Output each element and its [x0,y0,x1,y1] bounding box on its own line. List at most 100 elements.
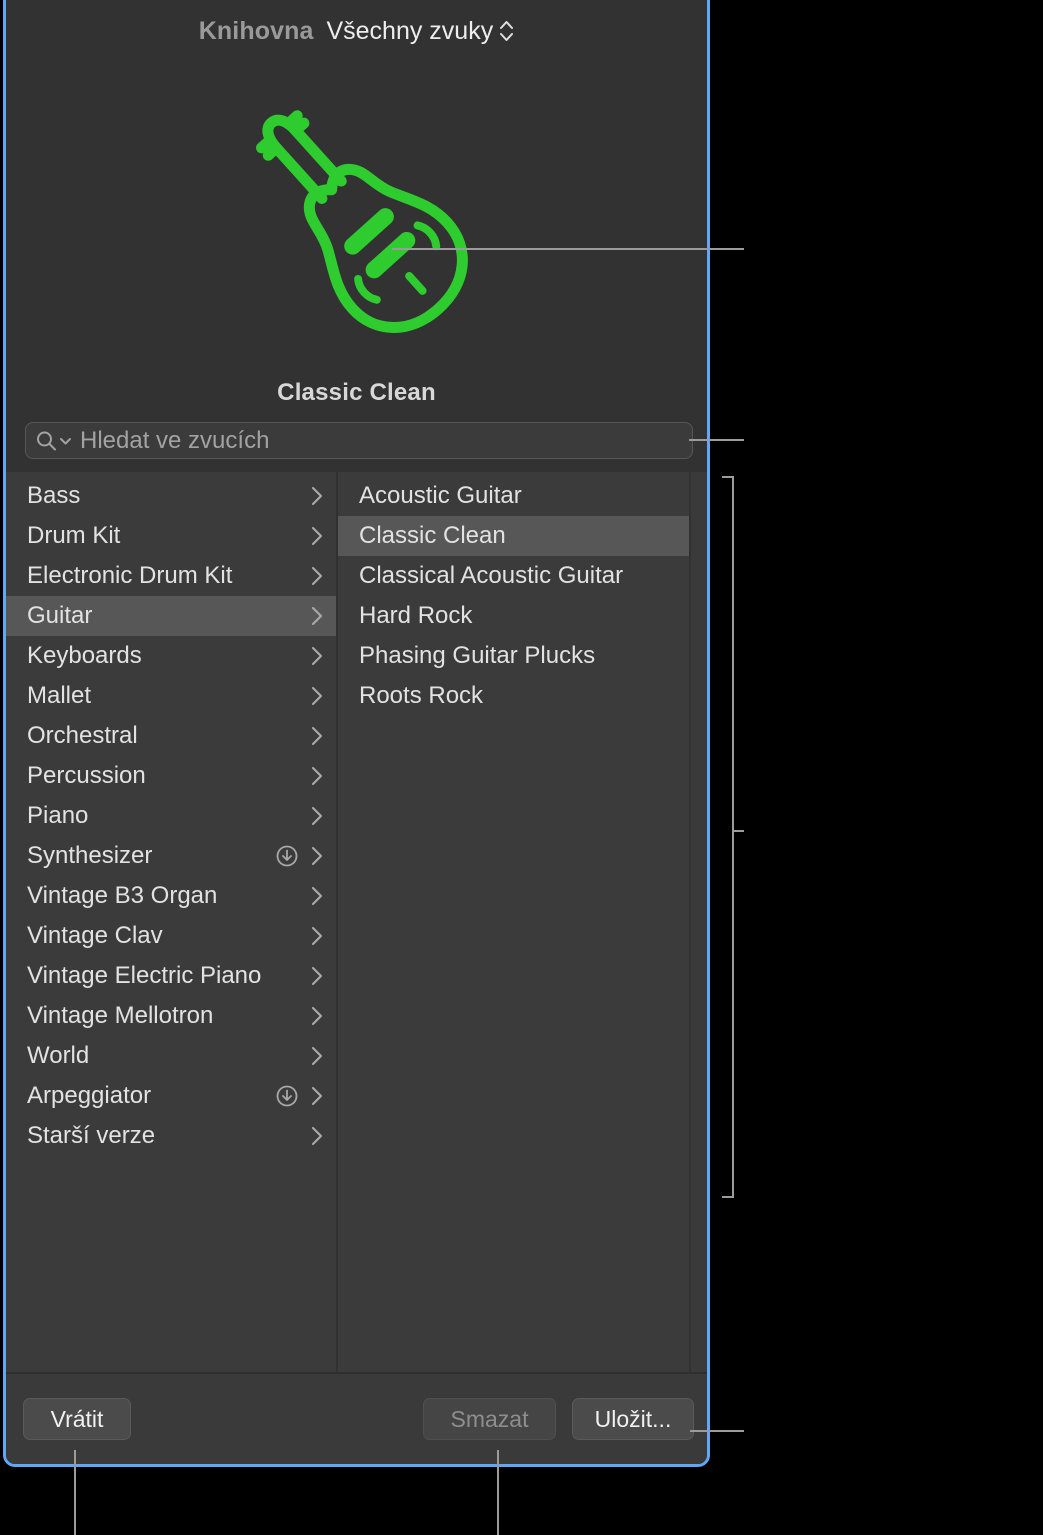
chevron-right-icon [308,483,326,509]
chevron-right-icon [308,563,326,589]
patch-column[interactable]: Acoustic Guitar Classic Clean Classical Ac… [338,472,691,1372]
library-title: Knihovna [199,17,314,46]
category-row-label: Bass [27,482,308,510]
category-row[interactable]: Drum Kit [6,516,336,556]
category-row[interactable]: World [6,1036,336,1076]
chevron-right-icon [308,963,326,989]
category-row[interactable]: Mallet [6,676,336,716]
chevron-right-icon [308,523,326,549]
patch-row-label: Roots Rock [359,682,679,710]
category-row-label: Drum Kit [27,522,308,550]
chevron-right-icon [308,803,326,829]
category-row-label: Synthesizer [27,842,275,870]
category-row[interactable]: Piano [6,796,336,836]
patch-row[interactable]: Acoustic Guitar [338,476,689,516]
sound-set-popup-button[interactable]: Všechny zvuky [326,17,514,46]
browser-filler [691,472,707,1372]
category-row-label: Guitar [27,602,308,630]
patch-browser: Bass Drum Kit Electronic Drum Kit Guitar Key… [6,472,707,1372]
patch-row[interactable]: Classic Clean [338,516,689,556]
library-header: Knihovna Všechny zvuky [6,0,707,62]
category-row[interactable]: Synthesizer [6,836,336,876]
category-row-label: Percussion [27,762,308,790]
chevron-right-icon [308,843,326,869]
row-icons [308,963,326,989]
chevron-right-icon [308,1083,326,1109]
category-row[interactable]: Vintage B3 Organ [6,876,336,916]
category-row[interactable]: Electronic Drum Kit [6,556,336,596]
category-row[interactable]: Arpeggiator [6,1076,336,1116]
category-row-label: Vintage Electric Piano [27,962,308,990]
download-icon[interactable] [275,844,299,868]
chevron-right-icon [308,1123,326,1149]
callout-line-save [690,1430,744,1432]
patch-row-label: Classic Clean [359,522,679,550]
category-row[interactable]: Vintage Electric Piano [6,956,336,996]
patch-row[interactable]: Phasing Guitar Plucks [338,636,689,676]
category-row[interactable]: Vintage Clav [6,916,336,956]
chevron-right-icon [308,643,326,669]
row-icons [275,843,326,869]
row-icons [308,1043,326,1069]
row-icons [308,683,326,709]
category-row[interactable]: Keyboards [6,636,336,676]
category-row-label: World [27,1042,308,1070]
search-icon [35,430,57,452]
patch-row[interactable]: Hard Rock [338,596,689,636]
chevron-right-icon [308,883,326,909]
download-icon[interactable] [275,1084,299,1108]
search-row: Hledat ve zvucích [6,410,707,472]
row-icons [275,1083,326,1109]
library-window: Knihovna Všechny zvuky [3,0,710,1467]
search-input[interactable]: Hledat ve zvucích [25,422,693,459]
save-button[interactable]: Uložit... [572,1398,694,1440]
category-row-label: Mallet [27,682,308,710]
patch-row[interactable]: Roots Rock [338,676,689,716]
category-row-label: Arpeggiator [27,1082,275,1110]
callout-bracket-browser [722,476,734,1198]
category-row[interactable]: Bass [6,476,336,516]
category-row-label: Piano [27,802,308,830]
patch-row-label: Hard Rock [359,602,679,630]
row-icons [308,723,326,749]
callout-line-revert [74,1450,76,1535]
delete-button[interactable]: Smazat [423,1398,556,1440]
callout-line-patch-icon [392,248,744,250]
category-row[interactable]: Vintage Mellotron [6,996,336,1036]
category-row[interactable]: Guitar [6,596,336,636]
row-icons [308,1003,326,1029]
row-icons [308,483,326,509]
row-icons [308,523,326,549]
chevron-right-icon [308,1003,326,1029]
library-footer: Vrátit Smazat Uložit... [6,1372,707,1466]
category-row-label: Vintage Clav [27,922,308,950]
patch-row-label: Classical Acoustic Guitar [359,562,679,590]
category-row-label: Starší verze [27,1122,308,1150]
row-icons [308,763,326,789]
category-row[interactable]: Orchestral [6,716,336,756]
category-row[interactable]: Percussion [6,756,336,796]
category-row-label: Vintage B3 Organ [27,882,308,910]
up-down-chevron-icon [499,18,514,44]
row-icons [308,603,326,629]
chevron-down-icon[interactable] [59,434,72,447]
row-icons [308,803,326,829]
patch-row[interactable]: Classical Acoustic Guitar [338,556,689,596]
category-row-label: Orchestral [27,722,308,750]
category-row[interactable]: Starší verze [6,1116,336,1156]
callout-line-browser [732,830,744,832]
electric-guitar-icon [207,68,507,373]
chevron-right-icon [308,1043,326,1069]
patch-name-label: Classic Clean [277,379,436,407]
patch-preview: Classic Clean [6,62,707,410]
chevron-right-icon [308,763,326,789]
category-row-label: Keyboards [27,642,308,670]
row-icons [308,923,326,949]
patch-row-label: Phasing Guitar Plucks [359,642,679,670]
category-column[interactable]: Bass Drum Kit Electronic Drum Kit Guitar Key… [6,472,338,1372]
revert-button[interactable]: Vrátit [23,1398,131,1440]
category-row-label: Electronic Drum Kit [27,562,308,590]
row-icons [308,643,326,669]
callout-line-delete [497,1450,499,1535]
row-icons [308,883,326,909]
